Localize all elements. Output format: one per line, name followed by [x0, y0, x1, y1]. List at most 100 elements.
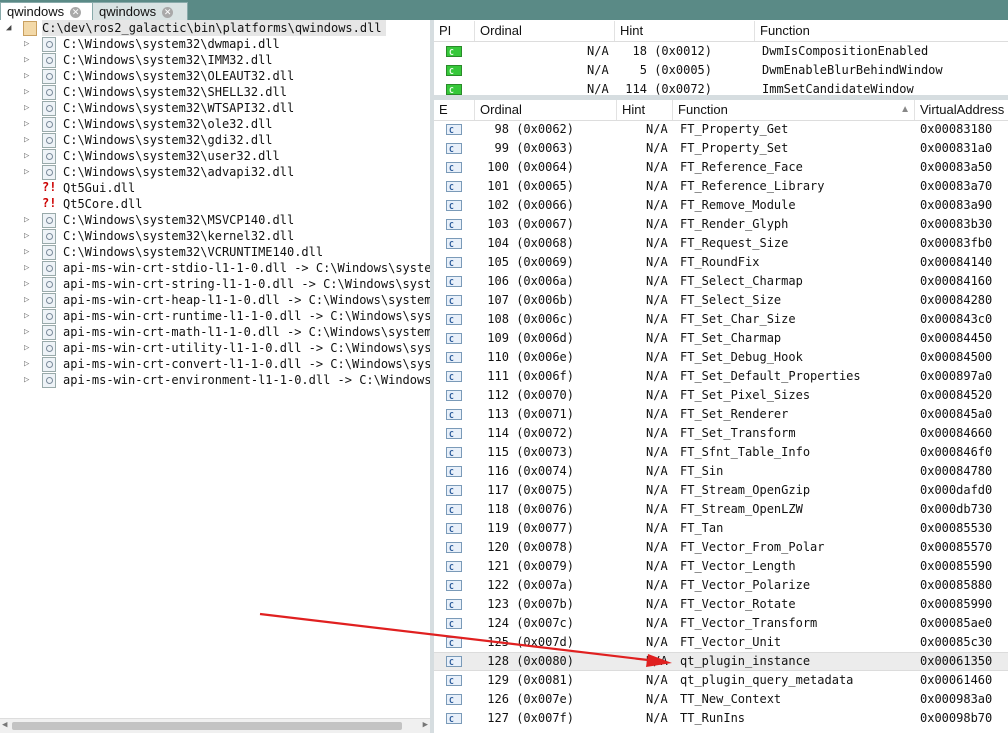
- export-row[interactable]: C 100 (0x0064) N/A FT_Reference_Face 0x00083…: [434, 158, 1008, 177]
- export-row[interactable]: C 115 (0x0073) N/A FT_Sfnt_Table_Info 0x0008…: [434, 443, 1008, 462]
- collapsed-arrow-icon[interactable]: ▷: [24, 228, 29, 244]
- horizontal-scrollbar[interactable]: ◀ ▶: [0, 718, 430, 733]
- collapsed-arrow-icon[interactable]: ▷: [24, 132, 29, 148]
- collapsed-arrow-icon[interactable]: ▷: [24, 52, 29, 68]
- export-ordinal: 98 (0x0062): [494, 122, 574, 136]
- export-row[interactable]: C 127 (0x007f) N/A TT_RunIns 0x00098b70: [434, 709, 1008, 728]
- collapsed-arrow-icon[interactable]: ▷: [24, 116, 29, 132]
- export-row[interactable]: C 111 (0x006f) N/A FT_Set_Default_Propertie…: [434, 367, 1008, 386]
- export-hint: N/A: [646, 293, 668, 307]
- export-row[interactable]: C 122 (0x007a) N/A FT_Vector_Polarize 0x0008…: [434, 576, 1008, 595]
- column-header-virtual-address[interactable]: VirtualAddress: [914, 100, 1008, 120]
- column-header-function[interactable]: Function ▲: [672, 100, 914, 120]
- column-header-e[interactable]: E: [434, 100, 474, 120]
- column-header-hint[interactable]: Hint: [614, 21, 754, 41]
- export-row[interactable]: C 124 (0x007c) N/A FT_Vector_Transform 0x000…: [434, 614, 1008, 633]
- export-row[interactable]: C 102 (0x0066) N/A FT_Remove_Module 0x00083a…: [434, 196, 1008, 215]
- collapsed-arrow-icon[interactable]: ▷: [24, 324, 29, 340]
- tree-item-label: api-ms-win-crt-math-l1-1-0.dll -> C:\Win…: [63, 325, 430, 339]
- tree-item-label: api-ms-win-crt-convert-l1-1-0.dll -> C:\…: [63, 357, 430, 371]
- module-tree-panel[interactable]: ◢ C:\dev\ros2_galactic\bin\platforms\qwi…: [0, 20, 430, 733]
- export-row[interactable]: C 125 (0x007d) N/A FT_Vector_Unit 0x00085c30: [434, 633, 1008, 652]
- c-function-icon: C: [446, 65, 462, 76]
- export-row[interactable]: C 113 (0x0071) N/A FT_Set_Renderer 0x000845a…: [434, 405, 1008, 424]
- export-row[interactable]: C 105 (0x0069) N/A FT_RoundFix 0x00084140: [434, 253, 1008, 272]
- column-header-pi[interactable]: PI: [434, 21, 474, 41]
- module-icon: [42, 69, 56, 84]
- collapsed-arrow-icon[interactable]: ▷: [24, 308, 29, 324]
- export-row[interactable]: C 114 (0x0072) N/A FT_Set_Transform 0x000846…: [434, 424, 1008, 443]
- export-row[interactable]: C 106 (0x006a) N/A FT_Select_Charmap 0x00084…: [434, 272, 1008, 291]
- export-row[interactable]: C 107 (0x006b) N/A FT_Select_Size 0x00084280: [434, 291, 1008, 310]
- collapsed-arrow-icon[interactable]: ▷: [24, 356, 29, 372]
- export-function: FT_Remove_Module: [680, 198, 796, 212]
- scrollbar-thumb[interactable]: [12, 722, 402, 730]
- export-row[interactable]: C 109 (0x006d) N/A FT_Set_Charmap 0x00084450: [434, 329, 1008, 348]
- export-row[interactable]: C 116 (0x0074) N/A FT_Sin 0x00084780: [434, 462, 1008, 481]
- collapsed-arrow-icon[interactable]: ▷: [24, 100, 29, 116]
- export-row[interactable]: C 112 (0x0070) N/A FT_Set_Pixel_Sizes 0x0008…: [434, 386, 1008, 405]
- expanded-arrow-icon[interactable]: ◢: [6, 20, 11, 36]
- column-header-ordinal[interactable]: Ordinal: [474, 21, 614, 41]
- export-row[interactable]: C 119 (0x0077) N/A FT_Tan 0x00085530: [434, 519, 1008, 538]
- export-row[interactable]: C 108 (0x006c) N/A FT_Set_Char_Size 0x000843…: [434, 310, 1008, 329]
- export-row[interactable]: C 103 (0x0067) N/A FT_Render_Glyph 0x00083b3…: [434, 215, 1008, 234]
- export-function: FT_RoundFix: [680, 255, 760, 269]
- export-row[interactable]: C 121 (0x0079) N/A FT_Vector_Length 0x000855…: [434, 557, 1008, 576]
- export-row[interactable]: C 126 (0x007e) N/A TT_New_Context 0x000983a0: [434, 690, 1008, 709]
- missing-module-icon: ?!: [42, 196, 57, 210]
- c-function-icon: C: [446, 466, 462, 477]
- tab-qwindows-active[interactable]: qwindows ✕: [0, 2, 97, 21]
- export-virtual-address: 0x000845a0: [920, 407, 993, 421]
- import-row[interactable]: C N/A 5 (0x0005) DwmEnableBlurBehindWindow: [434, 61, 1008, 80]
- export-virtual-address: 0x000831a0: [920, 141, 993, 155]
- collapsed-arrow-icon[interactable]: ▷: [24, 340, 29, 356]
- export-ordinal: 110 (0x006e): [487, 350, 574, 364]
- module-icon: [42, 341, 56, 356]
- column-header-function[interactable]: Function: [754, 21, 1008, 41]
- export-function: FT_Render_Glyph: [680, 217, 789, 231]
- collapsed-arrow-icon[interactable]: ▷: [24, 148, 29, 164]
- export-row[interactable]: C 129 (0x0081) N/A qt_plugin_query_metadata…: [434, 671, 1008, 690]
- export-function: FT_Property_Set: [680, 141, 789, 155]
- export-row[interactable]: C 128 (0x0080) N/A qt_plugin_instance 0x0006…: [434, 652, 1008, 671]
- export-row[interactable]: C 120 (0x0078) N/A FT_Vector_From_Polar 0x00…: [434, 538, 1008, 557]
- collapsed-arrow-icon[interactable]: ▷: [24, 372, 29, 388]
- export-row[interactable]: C 123 (0x007b) N/A FT_Vector_Rotate 0x000859…: [434, 595, 1008, 614]
- collapsed-arrow-icon[interactable]: ▷: [24, 292, 29, 308]
- c-function-icon: C: [446, 200, 462, 211]
- import-row[interactable]: C N/A 114 (0x0072) ImmSetCandidateWindow: [434, 80, 1008, 95]
- collapsed-arrow-icon[interactable]: ▷: [24, 276, 29, 292]
- export-row[interactable]: C 117 (0x0075) N/A FT_Stream_OpenGzip 0x000d…: [434, 481, 1008, 500]
- export-row[interactable]: C 99 (0x0063) N/A FT_Property_Set 0x000831a0: [434, 139, 1008, 158]
- export-virtual-address: 0x00085c30: [920, 635, 993, 649]
- column-header-ordinal[interactable]: Ordinal: [474, 100, 616, 120]
- export-hint: N/A: [646, 616, 668, 630]
- export-ordinal: 124 (0x007c): [487, 616, 574, 630]
- export-function: FT_Set_Renderer: [680, 407, 789, 421]
- collapsed-arrow-icon[interactable]: ▷: [24, 260, 29, 276]
- scroll-right-icon[interactable]: ▶: [423, 720, 428, 730]
- collapsed-arrow-icon[interactable]: ▷: [24, 244, 29, 260]
- tab-qwindows[interactable]: qwindows ✕: [92, 2, 188, 21]
- exports-table[interactable]: E Ordinal Hint Function ▲ VirtualAddress…: [434, 100, 1008, 733]
- export-row[interactable]: C 98 (0x0062) N/A FT_Property_Get 0x00083180: [434, 120, 1008, 139]
- close-icon[interactable]: ✕: [70, 7, 82, 19]
- collapsed-arrow-icon[interactable]: ▷: [24, 68, 29, 84]
- export-row[interactable]: C 101 (0x0065) N/A FT_Reference_Library 0x00…: [434, 177, 1008, 196]
- collapsed-arrow-icon[interactable]: ▷: [24, 212, 29, 228]
- column-header-hint[interactable]: Hint: [616, 100, 672, 120]
- export-row[interactable]: C 118 (0x0076) N/A FT_Stream_OpenLZW 0x000db…: [434, 500, 1008, 519]
- collapsed-arrow-icon[interactable]: ▷: [24, 164, 29, 180]
- collapsed-arrow-icon[interactable]: ▷: [24, 84, 29, 100]
- export-hint: N/A: [646, 559, 668, 573]
- close-icon[interactable]: ✕: [162, 7, 174, 19]
- c-function-icon: C: [446, 523, 462, 534]
- scroll-left-icon[interactable]: ◀: [2, 720, 7, 730]
- imports-table[interactable]: PI Ordinal Hint Function C N/A 18 (0x0012)…: [434, 21, 1008, 95]
- collapsed-arrow-icon[interactable]: ▷: [24, 36, 29, 52]
- export-row[interactable]: C 110 (0x006e) N/A FT_Set_Debug_Hook 0x00084…: [434, 348, 1008, 367]
- export-row[interactable]: C 104 (0x0068) N/A FT_Request_Size 0x00083fb…: [434, 234, 1008, 253]
- import-row[interactable]: C N/A 18 (0x0012) DwmIsCompositionEnabled: [434, 42, 1008, 61]
- export-function: FT_Stream_OpenGzip: [680, 483, 811, 497]
